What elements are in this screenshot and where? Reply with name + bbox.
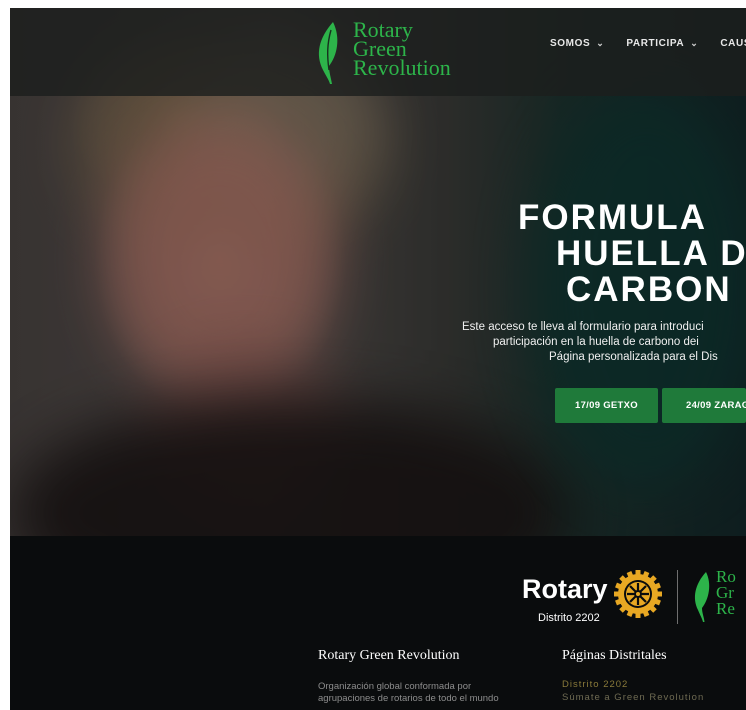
main-nav: SOMOS ⌄ PARTICIPA ⌄ CAUSA [550, 38, 746, 49]
hero-description: Este acceso te lleva al formulario para … [462, 321, 718, 363]
nav-item-causa[interactable]: CAUSA [720, 38, 746, 49]
leaf-icon [694, 572, 710, 622]
page-frame: FORMULA HUELLA D CARBON Este acceso te l… [10, 8, 746, 710]
logo-divider [677, 570, 678, 624]
nav-item-somos[interactable]: SOMOS ⌄ [550, 38, 604, 49]
getxo-button[interactable]: 17/09 GETXO [555, 388, 658, 423]
rgr-logo-text: Ro Gr Re [716, 567, 736, 618]
chevron-down-icon: ⌄ [690, 38, 699, 48]
leaf-icon [318, 22, 338, 84]
link-sumate-green-revolution[interactable]: Súmate a Green Revolution [562, 692, 704, 704]
zaragoza-button[interactable]: 24/09 ZARAG [662, 388, 746, 423]
footer-text: Organización global conformada por [318, 681, 472, 692]
site-footer: Rotary Distrito 2202 Ro Gr Re Rotary Gre… [10, 536, 746, 710]
site-header: Rotary Green Revolution SOMOS ⌄ PARTICIP… [10, 8, 746, 96]
rotary-logo: Rotary [522, 574, 608, 604]
footer-col-title: Páginas Distritales [562, 648, 667, 663]
chevron-down-icon: ⌄ [596, 38, 605, 48]
nav-item-participa[interactable]: PARTICIPA ⌄ [626, 38, 698, 49]
footer-text: agrupaciones de rotarios de todo el mund… [318, 693, 499, 704]
rotary-wheel-icon [614, 570, 662, 618]
hero-title: FORMULA HUELLA D CARBON [518, 198, 746, 309]
link-distrito-2202[interactable]: Distrito 2202 [562, 679, 628, 691]
distrito-label: Distrito 2202 [538, 612, 600, 624]
footer-col-title: Rotary Green Revolution [318, 648, 460, 663]
site-logo[interactable]: Rotary Green Revolution [315, 19, 451, 84]
